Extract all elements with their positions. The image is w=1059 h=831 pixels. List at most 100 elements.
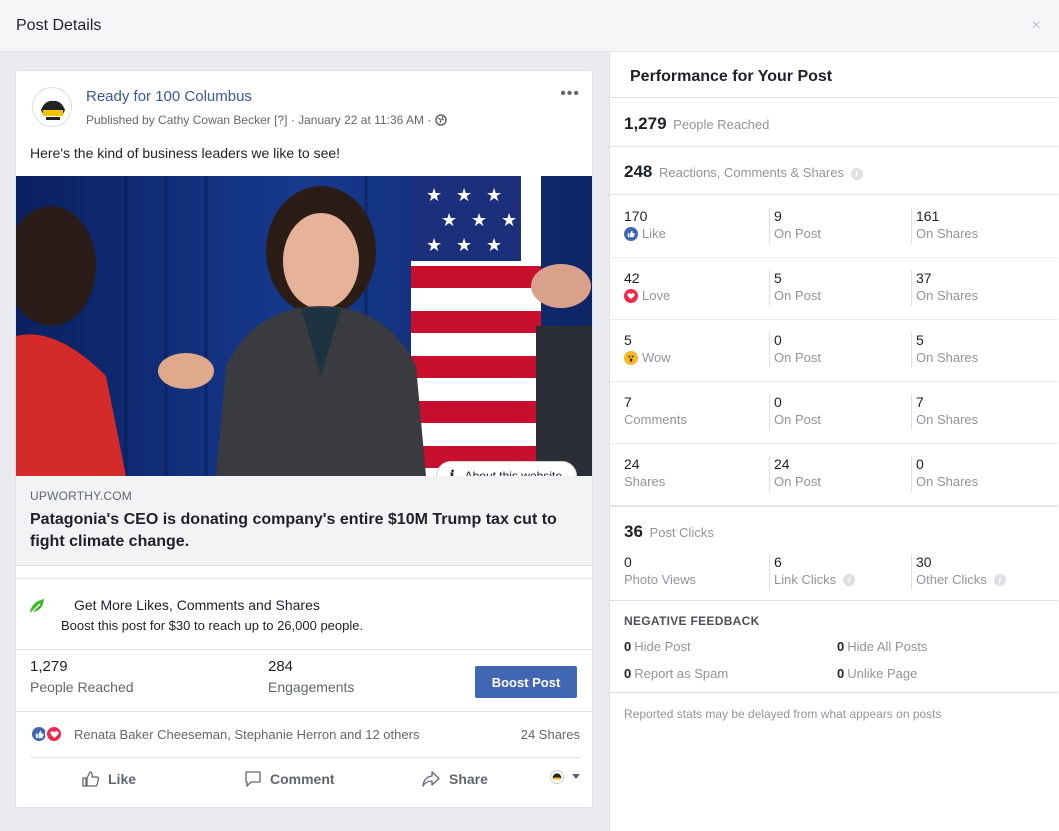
people-reached-label: People Reached	[30, 679, 134, 695]
reactions-summary[interactable]: Renata Baker Cheeseman, Stephanie Herron…	[30, 722, 580, 758]
comments-on-post-value: 0	[774, 394, 782, 410]
rcs-value: 248	[624, 162, 653, 181]
comment-action-label: Comment	[270, 771, 335, 787]
comments-total: 7 Comments	[624, 394, 687, 427]
metric-row-love: 42 Love 5 On Post 37 On Shares	[610, 258, 1058, 320]
love-on-post-label: On Post	[774, 288, 821, 303]
divider	[610, 97, 1058, 98]
other-clicks: 30 Other Clicks i	[911, 554, 1006, 590]
divider	[610, 506, 1058, 507]
like-action-label: Like	[108, 771, 137, 787]
close-icon[interactable]: ×	[1032, 18, 1041, 34]
info-icon[interactable]: i	[850, 167, 863, 180]
like-on-post-label: On Post	[774, 226, 821, 241]
post-link-image[interactable]: ★ ★ ★ ★ ★ ★ ★ ★ ★	[16, 176, 592, 476]
more-options-icon[interactable]: •••	[560, 85, 580, 103]
post-meta: Published by Cathy Cowan Becker [?] · Ja…	[86, 113, 447, 129]
negative-feedback-title: NEGATIVE FEEDBACK	[624, 614, 760, 628]
rcs-summary: 248 Reactions, Comments & Shares i	[624, 162, 863, 182]
like-on-post: 9 On Post	[769, 208, 821, 244]
link-title[interactable]: Patagonia's CEO is donating company's en…	[30, 509, 575, 553]
like-total-label: Like	[624, 226, 666, 241]
unlike-value: 0	[837, 666, 845, 681]
post-stats-row: 1,279 People Reached 284 Engagements Boo…	[16, 650, 592, 712]
like-icon	[624, 226, 638, 241]
svg-text:★: ★	[486, 185, 502, 206]
love-label: Love	[642, 288, 671, 303]
post-clicks-label: Post Clicks	[649, 525, 714, 540]
love-total: 42 Love	[624, 270, 670, 303]
shares-on-shares: 0 On Shares	[911, 456, 978, 492]
share-icon	[421, 770, 441, 788]
hide-all-posts-stat: 0 Hide All Posts	[837, 639, 927, 654]
metric-row-wow: 5 Wow 0 On Post 5 On Shares	[610, 320, 1058, 382]
engagements-stat: 284 Engagements	[268, 658, 354, 695]
hide-all-value: 0	[837, 639, 845, 654]
divider	[610, 600, 1058, 601]
boost-promo: Get More Likes, Comments and Shares Boos…	[16, 578, 592, 650]
love-on-shares: 37 On Shares	[911, 270, 978, 306]
reaction-names[interactable]: Renata Baker Cheeseman, Stephanie Herron…	[74, 727, 419, 742]
love-total-label: Love	[624, 288, 670, 303]
engagements-value: 284	[268, 658, 294, 675]
link-preview[interactable]: UPWORTHY.COM Patagonia's CEO is donating…	[16, 476, 592, 566]
metric-row-comments: 7 Comments 0 On Post 7 On Shares	[610, 382, 1058, 444]
info-icon[interactable]: i	[843, 573, 856, 586]
shares-total: 24 Shares	[624, 456, 665, 489]
shares-on-post: 24 On Post	[769, 456, 821, 492]
like-on-shares: 161 On Shares	[911, 208, 978, 244]
svg-text:★: ★	[456, 185, 472, 206]
photo-views-value: 0	[624, 554, 632, 570]
comments-total-label: Comments	[624, 412, 687, 427]
shares-on-post-label: On Post	[774, 474, 821, 489]
post-details-dialog: Post Details × Ready for 100 Columbus Pu…	[0, 0, 1059, 831]
comments-on-post-label: On Post	[774, 412, 821, 427]
dialog-header: Post Details ×	[0, 0, 1059, 52]
link-clicks: 6 Link Clicks i	[769, 554, 856, 590]
dialog-title: Post Details	[16, 17, 102, 34]
stats-footnote: Reported stats may be delayed from what …	[624, 707, 942, 721]
post-meta-text: Published by Cathy Cowan Becker [?] · Ja…	[86, 113, 435, 127]
wow-on-post-label: On Post	[774, 350, 821, 365]
comment-action-button[interactable]: Comment	[244, 770, 335, 788]
post-as-selector[interactable]	[550, 770, 580, 784]
other-clicks-value: 30	[916, 554, 932, 570]
other-clicks-label-row: Other Clicks i	[916, 572, 1006, 587]
page-avatar[interactable]	[32, 87, 72, 127]
perf-reached-value: 1,279	[624, 114, 667, 133]
share-action-button[interactable]: Share	[421, 770, 488, 788]
info-icon[interactable]: i	[993, 573, 1006, 586]
svg-text:★: ★	[456, 235, 472, 256]
shares-total-value: 24	[624, 456, 640, 472]
comments-total-value: 7	[624, 394, 632, 410]
shares-count[interactable]: 24 Shares	[521, 727, 580, 742]
svg-text:★: ★	[471, 210, 487, 231]
wow-label: Wow	[642, 350, 671, 365]
performance-title: Performance for Your Post	[630, 68, 833, 85]
boost-post-button[interactable]: Boost Post	[475, 666, 577, 698]
like-on-shares-value: 161	[916, 208, 940, 224]
like-on-post-value: 9	[774, 208, 782, 224]
love-on-post: 5 On Post	[769, 270, 821, 306]
post-preview-pane: Ready for 100 Columbus Published by Cath…	[0, 52, 609, 831]
like-action-button[interactable]: Like	[82, 770, 136, 788]
report-spam-stat: 0 Report as Spam	[624, 666, 728, 681]
page-avatar-small-icon	[550, 770, 564, 784]
hide-post-stat: 0 Hide Post	[624, 639, 691, 654]
wow-on-shares-value: 5	[916, 332, 924, 348]
thumbs-up-icon	[82, 770, 100, 788]
page-name-link[interactable]: Ready for 100 Columbus	[86, 88, 252, 105]
other-clicks-label: Other Clicks	[916, 572, 987, 587]
link-clicks-label-row: Link Clicks i	[774, 572, 856, 587]
rcs-label: Reactions, Comments & Shares	[659, 165, 844, 180]
like-total-value: 170	[624, 208, 648, 224]
photo-views: 0 Photo Views	[624, 554, 696, 587]
shares-on-post-value: 24	[774, 456, 790, 472]
wow-icon	[624, 350, 638, 365]
hide-all-label: Hide All Posts	[847, 639, 928, 654]
love-icon	[624, 288, 638, 303]
leaf-icon	[28, 597, 46, 615]
unlike-label: Unlike Page	[847, 666, 918, 681]
love-on-shares-value: 37	[916, 270, 932, 286]
shares-on-shares-label: On Shares	[916, 474, 979, 489]
